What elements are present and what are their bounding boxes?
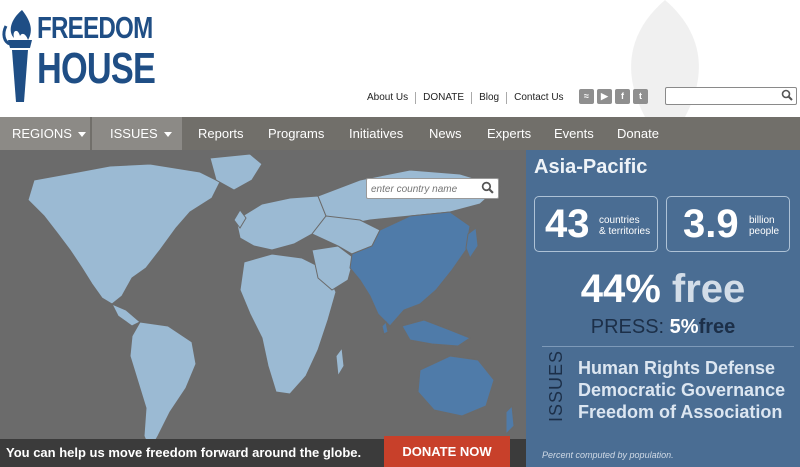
region-info-panel: Asia-Pacific 43 countries & territories …	[526, 150, 800, 467]
map-central-america	[110, 303, 141, 327]
donate-message: You can help us move freedom forward aro…	[6, 445, 362, 460]
search-icon[interactable]	[481, 181, 494, 194]
issues-list: Human Rights Defense Democratic Governan…	[578, 357, 785, 423]
site-header: FREEDOM HOUSE About Us DONATE Blog Conta…	[0, 0, 800, 117]
country-search-input[interactable]	[371, 181, 479, 198]
site-search-box	[665, 87, 797, 106]
issue-democratic-governance[interactable]: Democratic Governance	[578, 379, 785, 401]
nav-initiatives[interactable]: Initiatives	[349, 117, 403, 150]
contact-us-link[interactable]: Contact Us	[506, 92, 570, 104]
donate-now-button[interactable]: DONATE NOW	[384, 436, 510, 467]
top-links: About Us DONATE Blog Contact Us	[360, 92, 571, 104]
issue-human-rights-defense[interactable]: Human Rights Defense	[578, 357, 785, 379]
countries-unit-line-2: & territories	[599, 226, 651, 237]
rss-icon[interactable]: ≈	[579, 89, 594, 104]
map-new-zealand	[505, 404, 515, 436]
country-search-box	[366, 178, 499, 199]
press-freedom: PRESS: 5%free	[526, 314, 800, 340]
free-word: free	[671, 267, 746, 311]
nav-events[interactable]: Events	[554, 117, 594, 150]
press-percent: 5%	[669, 316, 699, 338]
blog-link[interactable]: Blog	[471, 92, 506, 104]
nav-regions-label: REGIONS	[12, 126, 72, 141]
logo-line-1: FREEDOM	[37, 10, 153, 45]
freedom-percentage: 44% free	[526, 265, 800, 313]
panel-divider	[542, 346, 794, 347]
press-label: PRESS:	[590, 316, 665, 338]
freedom-house-logo[interactable]: FREEDOM HOUSE	[0, 6, 156, 106]
nav-programs[interactable]: Programs	[268, 117, 324, 150]
torch-icon	[2, 10, 32, 102]
logo-line-2: HOUSE	[37, 44, 156, 93]
region-title: Asia-Pacific	[534, 156, 648, 178]
population-unit-line-1: billion	[749, 215, 775, 226]
map-south-america	[129, 321, 197, 452]
logo-wordmark: FREEDOM HOUSE	[37, 10, 156, 93]
about-us-link[interactable]: About Us	[360, 92, 415, 104]
map-australia	[417, 355, 495, 417]
map-madagascar	[335, 346, 345, 378]
free-percent: 44%	[580, 267, 661, 311]
population-stat: 3.9 billion people	[666, 196, 790, 252]
press-free-word: free	[698, 316, 736, 338]
donate-link[interactable]: DONATE	[415, 92, 471, 104]
youtube-icon[interactable]: ▶	[597, 89, 612, 104]
chevron-down-icon	[77, 132, 86, 138]
countries-stat: 43 countries & territories	[534, 196, 658, 252]
issues-vertical-label: ISSUES	[546, 349, 566, 422]
nav-issues[interactable]: ISSUES	[92, 117, 182, 150]
nav-regions[interactable]: REGIONS	[0, 117, 90, 150]
nav-issues-label: ISSUES	[110, 126, 158, 141]
nav-news[interactable]: News	[429, 117, 462, 150]
nav-reports[interactable]: Reports	[198, 117, 244, 150]
population-footnote: Percent computed by population.	[542, 450, 674, 460]
issue-freedom-of-association[interactable]: Freedom of Association	[578, 401, 785, 423]
map-north-america	[27, 163, 221, 305]
facebook-icon[interactable]: f	[615, 89, 630, 104]
main-nav: REGIONS ISSUES Reports Programs Initiati…	[0, 117, 800, 150]
chevron-down-icon	[163, 132, 172, 138]
map-southeast-asia-islands	[401, 319, 472, 347]
social-icons: ≈ ▶ f t	[579, 89, 648, 104]
countries-count: 43	[545, 202, 590, 246]
nav-donate[interactable]: Donate	[617, 117, 659, 150]
population-unit-line-2: people	[749, 226, 780, 237]
search-icon[interactable]	[781, 89, 793, 101]
map-europe	[235, 195, 327, 251]
countries-unit-line-1: countries	[599, 215, 640, 226]
twitter-icon[interactable]: t	[633, 89, 648, 104]
nav-experts[interactable]: Experts	[487, 117, 531, 150]
population-value: 3.9	[683, 202, 739, 246]
site-search-input[interactable]	[669, 91, 779, 106]
